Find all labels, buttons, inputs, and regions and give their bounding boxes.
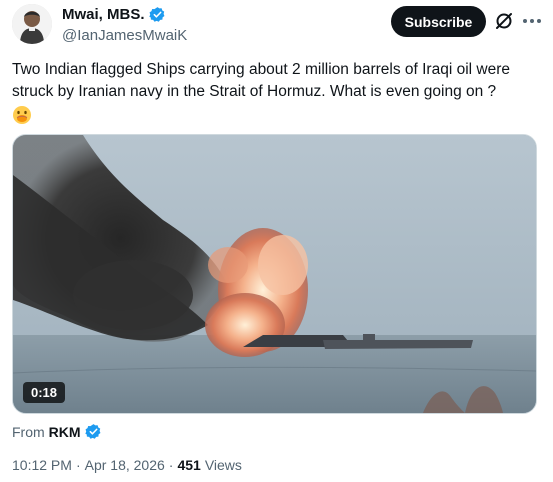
source-attribution: From RKM — [12, 423, 102, 440]
author-avatar[interactable] — [12, 4, 52, 44]
tweet-meta: 10:12 PM · Apr 18, 2026 · 451 Views — [12, 457, 242, 473]
author-name-row[interactable]: Mwai, MBS. — [62, 6, 166, 23]
subscribe-button[interactable]: Subscribe — [391, 6, 486, 37]
tweet-date[interactable]: Apr 18, 2026 — [85, 457, 165, 473]
tweet-card: Mwai, MBS. @IanJamesMwaiK Subscribe Two … — [0, 0, 553, 482]
face-with-hand-over-mouth-emoji — [12, 105, 32, 125]
source-verified-badge-icon — [84, 423, 102, 440]
source-name-link[interactable]: RKM — [49, 424, 81, 440]
grok-icon[interactable] — [494, 11, 514, 31]
meta-separator: · — [75, 457, 81, 473]
author-handle[interactable]: @IanJamesMwaiK — [62, 27, 187, 44]
from-label: From — [12, 423, 45, 440]
more-options-icon[interactable] — [521, 11, 543, 31]
author-display-name[interactable]: Mwai, MBS. — [62, 6, 145, 23]
views-label: Views — [204, 457, 242, 473]
views-count[interactable]: 451 — [177, 457, 200, 473]
verified-badge-icon[interactable] — [148, 6, 166, 23]
tweet-text: Two Indian flagged Ships carrying about … — [12, 61, 510, 100]
tweet-time[interactable]: 10:12 PM — [12, 457, 72, 473]
video-thumbnail[interactable]: 0:18 — [12, 134, 537, 414]
video-duration-badge: 0:18 — [23, 382, 66, 403]
meta-separator: · — [168, 457, 174, 473]
